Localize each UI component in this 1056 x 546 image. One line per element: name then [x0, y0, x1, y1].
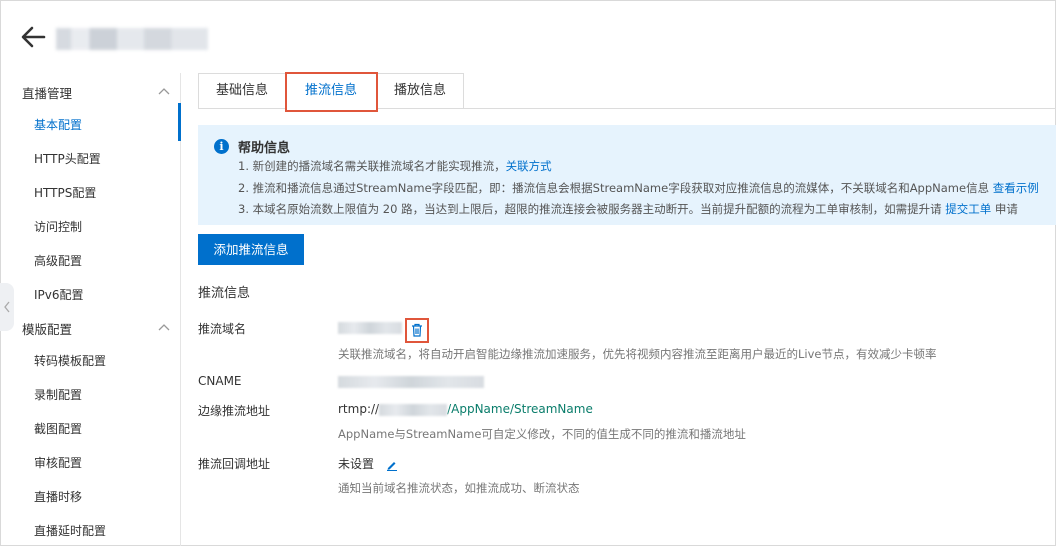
active-indicator: [178, 103, 181, 141]
sidebar-item-transcode[interactable]: 转码模板配置: [34, 352, 106, 369]
callback-hint: 通知当前域名推流状态，如推流成功、断流状态: [338, 481, 580, 495]
sidebar-item-timeshift[interactable]: 直播时移: [34, 488, 82, 505]
help-line-3: 3. 本域名原始流数上限值为 20 路，当达到上限后，超限的推流连接会被服务器主…: [238, 202, 1018, 216]
callback-value: 未设置: [338, 455, 398, 472]
push-domain-value-redacted: [338, 320, 402, 334]
sidebar-item-review[interactable]: 审核配置: [34, 454, 82, 471]
sidebar-item-basic-config[interactable]: 基本配置: [34, 116, 82, 133]
section-title: 推流信息: [198, 286, 251, 301]
help-panel: i 帮助信息 1. 新创建的播流域名需关联推流域名才能实现推流，关联方式 2. …: [198, 125, 1056, 225]
info-icon: i: [214, 139, 229, 154]
sidebar-item-access-control[interactable]: 访问控制: [34, 218, 82, 235]
sidebar-item-record[interactable]: 录制配置: [34, 386, 82, 403]
callback-label: 推流回调地址: [198, 457, 271, 471]
push-domain-label: 推流域名: [198, 322, 247, 336]
sidebar-item-delay[interactable]: 直播延时配置: [34, 522, 106, 539]
link-submit-ticket[interactable]: 提交工单: [945, 202, 991, 216]
chevron-up-icon[interactable]: [158, 323, 170, 331]
trash-icon: [412, 323, 422, 337]
cname-value-redacted: [338, 374, 484, 388]
sidebar-collapse-handle[interactable]: [0, 283, 14, 331]
help-line-1: 1. 新创建的播流域名需关联推流域名才能实现推流，关联方式: [238, 159, 552, 173]
edge-push-label: 边缘推流地址: [198, 404, 271, 418]
edge-push-value: rtmp:///AppName/StreamName: [338, 402, 593, 416]
sidebar-item-advanced[interactable]: 高级配置: [34, 252, 82, 269]
tab-basic-info[interactable]: 基础信息: [198, 73, 285, 109]
help-line-2: 2. 推流和播流信息通过StreamName字段匹配，即：播流信息会根据Stre…: [238, 181, 1039, 195]
sidebar-item-https[interactable]: HTTPS配置: [34, 184, 96, 201]
cname-label: CNAME: [198, 374, 242, 388]
sidebar-item-snapshot[interactable]: 截图配置: [34, 420, 82, 437]
domain-title-redacted: [56, 28, 208, 50]
edge-push-hint: AppName与StreamName可自定义修改，不同的值生成不同的推流和播流地…: [338, 427, 746, 441]
link-view-example[interactable]: 查看示例: [993, 181, 1039, 195]
delete-button[interactable]: [405, 318, 429, 343]
sidebar-group-live-management[interactable]: 直播管理: [22, 83, 72, 102]
edit-icon[interactable]: [386, 459, 398, 471]
arrow-left-icon[interactable]: [20, 26, 46, 48]
sidebar-item-ipv6[interactable]: IPv6配置: [34, 286, 84, 303]
add-push-info-button[interactable]: 添加推流信息: [198, 234, 304, 265]
edge-domain-redacted: [379, 403, 448, 416]
link-association-method[interactable]: 关联方式: [506, 159, 552, 173]
tab-play-info[interactable]: 播放信息: [377, 73, 464, 109]
tab-highlight-annotation: [285, 72, 378, 112]
sidebar: 直播管理 基本配置 HTTP头配置 HTTPS配置 访问控制 高级配置 IPv6…: [0, 73, 181, 546]
sidebar-group-template-config[interactable]: 模版配置: [22, 319, 72, 338]
help-title: 帮助信息: [238, 141, 291, 156]
chevron-up-icon[interactable]: [158, 87, 170, 95]
push-domain-hint: 关联推流域名，将自动开启智能边缘推流加速服务，优先将视频内容推流至距离用户最近的…: [338, 347, 937, 361]
sidebar-item-http-header[interactable]: HTTP头配置: [34, 150, 101, 167]
chevron-left-icon: [4, 301, 10, 313]
